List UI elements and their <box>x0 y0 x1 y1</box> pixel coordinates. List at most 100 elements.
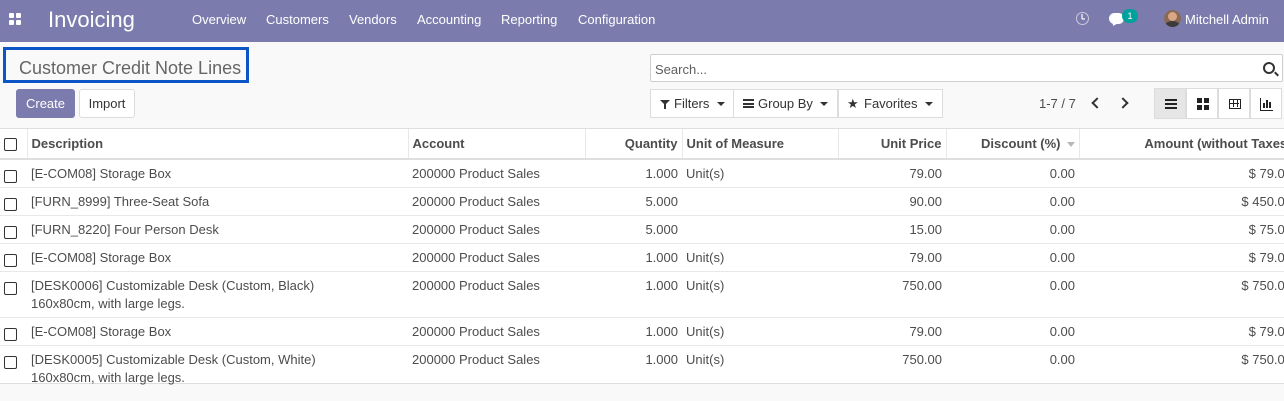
row-checkbox[interactable] <box>4 226 17 240</box>
cell-account: 200000 Product Sales <box>408 187 585 216</box>
row-checkbox[interactable] <box>4 356 17 370</box>
cell-unit-price: 15.00 <box>838 215 946 244</box>
app-brand[interactable]: Invoicing <box>48 7 135 33</box>
col-unit-of-measure[interactable]: Unit of Measure <box>682 129 839 160</box>
row-select-cell <box>0 215 27 244</box>
select-all-checkbox[interactable] <box>4 138 17 152</box>
caret-down-icon <box>925 102 933 106</box>
group-by-bars-icon <box>743 99 754 108</box>
filter-funnel-icon <box>660 100 670 109</box>
caret-down-icon <box>717 102 725 106</box>
import-button[interactable]: Import <box>79 89 135 118</box>
cell-amount: $ 750.00 <box>1079 271 1284 318</box>
table-row[interactable]: [FURN_8220] Four Person Desk 200000 Produ… <box>0 215 1284 244</box>
cell-discount: 0.00 <box>946 317 1079 346</box>
col-quantity[interactable]: Quantity <box>585 129 683 160</box>
cell-discount: 0.00 <box>946 345 1079 391</box>
cell-unit-price: 79.00 <box>838 317 946 346</box>
favorites-label: Favorites <box>864 96 918 111</box>
table-row[interactable]: [FURN_8999] Three-Seat Sofa 200000 Produc… <box>0 187 1284 216</box>
cell-quantity: 1.000 <box>585 271 682 318</box>
row-select-cell <box>0 158 27 188</box>
user-avatar[interactable] <box>1164 10 1181 27</box>
table-row[interactable]: [DESK0005] Customizable Desk (Custom, Wh… <box>0 345 1284 391</box>
group-by-label: Group By <box>758 96 813 111</box>
table-row[interactable]: [E-COM08] Storage Box 200000 Product Sale… <box>0 158 1284 188</box>
cell-quantity: 1.000 <box>585 158 682 188</box>
page-title: Customer Credit Note Lines <box>19 58 242 78</box>
cell-discount: 0.00 <box>946 271 1079 318</box>
table-row[interactable]: [E-COM08] Storage Box 200000 Product Sale… <box>0 243 1284 272</box>
row-checkbox[interactable] <box>4 254 17 268</box>
row-checkbox[interactable] <box>4 170 17 184</box>
cell-amount: $ 750.00 <box>1079 345 1284 391</box>
search-input[interactable] <box>655 59 1245 79</box>
group-by-dropdown-button[interactable]: Group By <box>733 89 838 118</box>
graph-view-icon[interactable] <box>1250 88 1282 119</box>
menu-overview[interactable]: Overview <box>192 12 246 27</box>
menu-accounting[interactable]: Accounting <box>417 12 481 27</box>
col-amount[interactable]: Amount (without Taxes) <box>1079 129 1284 160</box>
row-checkbox[interactable] <box>4 198 17 212</box>
pager-value[interactable]: 1-7 / 7 <box>1039 96 1076 111</box>
cell-description: [DESK0005] Customizable Desk (Custom, Wh… <box>27 345 408 391</box>
cell-amount: $ 75.00 <box>1079 215 1284 244</box>
filters-dropdown-button[interactable]: Filters <box>650 89 734 118</box>
activity-clock-icon[interactable] <box>1076 12 1089 25</box>
cell-discount: 0.00 <box>946 158 1079 188</box>
cell-description: [E-COM08] Storage Box <box>27 243 408 272</box>
cell-amount: $ 79.00 <box>1079 317 1284 346</box>
cell-description: [FURN_8220] Four Person Desk <box>27 215 408 244</box>
cell-account: 200000 Product Sales <box>408 345 585 391</box>
kanban-view-icon[interactable] <box>1186 88 1218 119</box>
pager-next-icon[interactable] <box>1119 96 1129 110</box>
cell-description: [E-COM08] Storage Box <box>27 317 408 346</box>
search-icon[interactable] <box>1263 62 1275 74</box>
row-select-cell <box>0 187 27 216</box>
cell-discount: 0.00 <box>946 243 1079 272</box>
cell-account: 200000 Product Sales <box>408 317 585 346</box>
col-account[interactable]: Account <box>408 129 586 160</box>
messages-count-badge: 1 <box>1122 9 1138 23</box>
list-view-icon[interactable] <box>1154 88 1186 119</box>
cell-description: [FURN_8999] Three-Seat Sofa <box>27 187 408 216</box>
cell-quantity: 5.000 <box>585 215 682 244</box>
cell-unit-of-measure: Unit(s) <box>682 345 838 391</box>
table-row[interactable]: [DESK0006] Customizable Desk (Custom, Bl… <box>0 271 1284 318</box>
row-select-cell <box>0 317 27 346</box>
cell-unit-price: 79.00 <box>838 158 946 188</box>
user-menu-name[interactable]: Mitchell Admin <box>1185 12 1269 27</box>
cell-quantity: 1.000 <box>585 317 682 346</box>
menu-customers[interactable]: Customers <box>266 12 329 27</box>
table-row[interactable]: [E-COM08] Storage Box 200000 Product Sale… <box>0 317 1284 346</box>
apps-menu-icon[interactable] <box>9 13 23 27</box>
table-header-row: Description Account Quantity Unit of Mea… <box>0 129 1284 160</box>
row-checkbox[interactable] <box>4 328 17 342</box>
col-discount-header[interactable]: Discount (%) <box>946 129 1080 160</box>
pager-previous-icon[interactable] <box>1090 96 1100 110</box>
cell-unit-of-measure <box>682 187 838 216</box>
col-unit-price[interactable]: Unit Price <box>838 129 947 160</box>
cell-unit-of-measure: Unit(s) <box>682 158 838 188</box>
create-button[interactable]: Create <box>16 89 75 118</box>
cell-quantity: 5.000 <box>585 187 682 216</box>
menu-reporting[interactable]: Reporting <box>501 12 557 27</box>
select-all-cell <box>0 129 28 160</box>
credit-note-lines-table: Description Account Quantity Unit of Mea… <box>0 129 1284 391</box>
cell-description: [DESK0006] Customizable Desk (Custom, Bl… <box>27 271 408 318</box>
menu-vendors[interactable]: Vendors <box>349 12 397 27</box>
list-view: Description Account Quantity Unit of Mea… <box>0 128 1284 391</box>
filters-label: Filters <box>674 96 710 111</box>
col-description[interactable]: Description <box>27 129 409 160</box>
search-bar <box>650 54 1283 82</box>
sort-caret-icon <box>1066 142 1075 148</box>
row-checkbox[interactable] <box>4 282 17 296</box>
pivot-view-icon[interactable] <box>1218 88 1250 119</box>
top-navbar: Invoicing Overview Customers Vendors Acc… <box>0 0 1284 42</box>
cell-unit-price: 90.00 <box>838 187 946 216</box>
menu-configuration[interactable]: Configuration <box>578 12 655 27</box>
cell-quantity: 1.000 <box>585 345 682 391</box>
cell-unit-of-measure <box>682 215 838 244</box>
favorites-dropdown-button[interactable]: ★ Favorites <box>838 89 943 118</box>
cell-unit-price: 750.00 <box>838 271 946 318</box>
